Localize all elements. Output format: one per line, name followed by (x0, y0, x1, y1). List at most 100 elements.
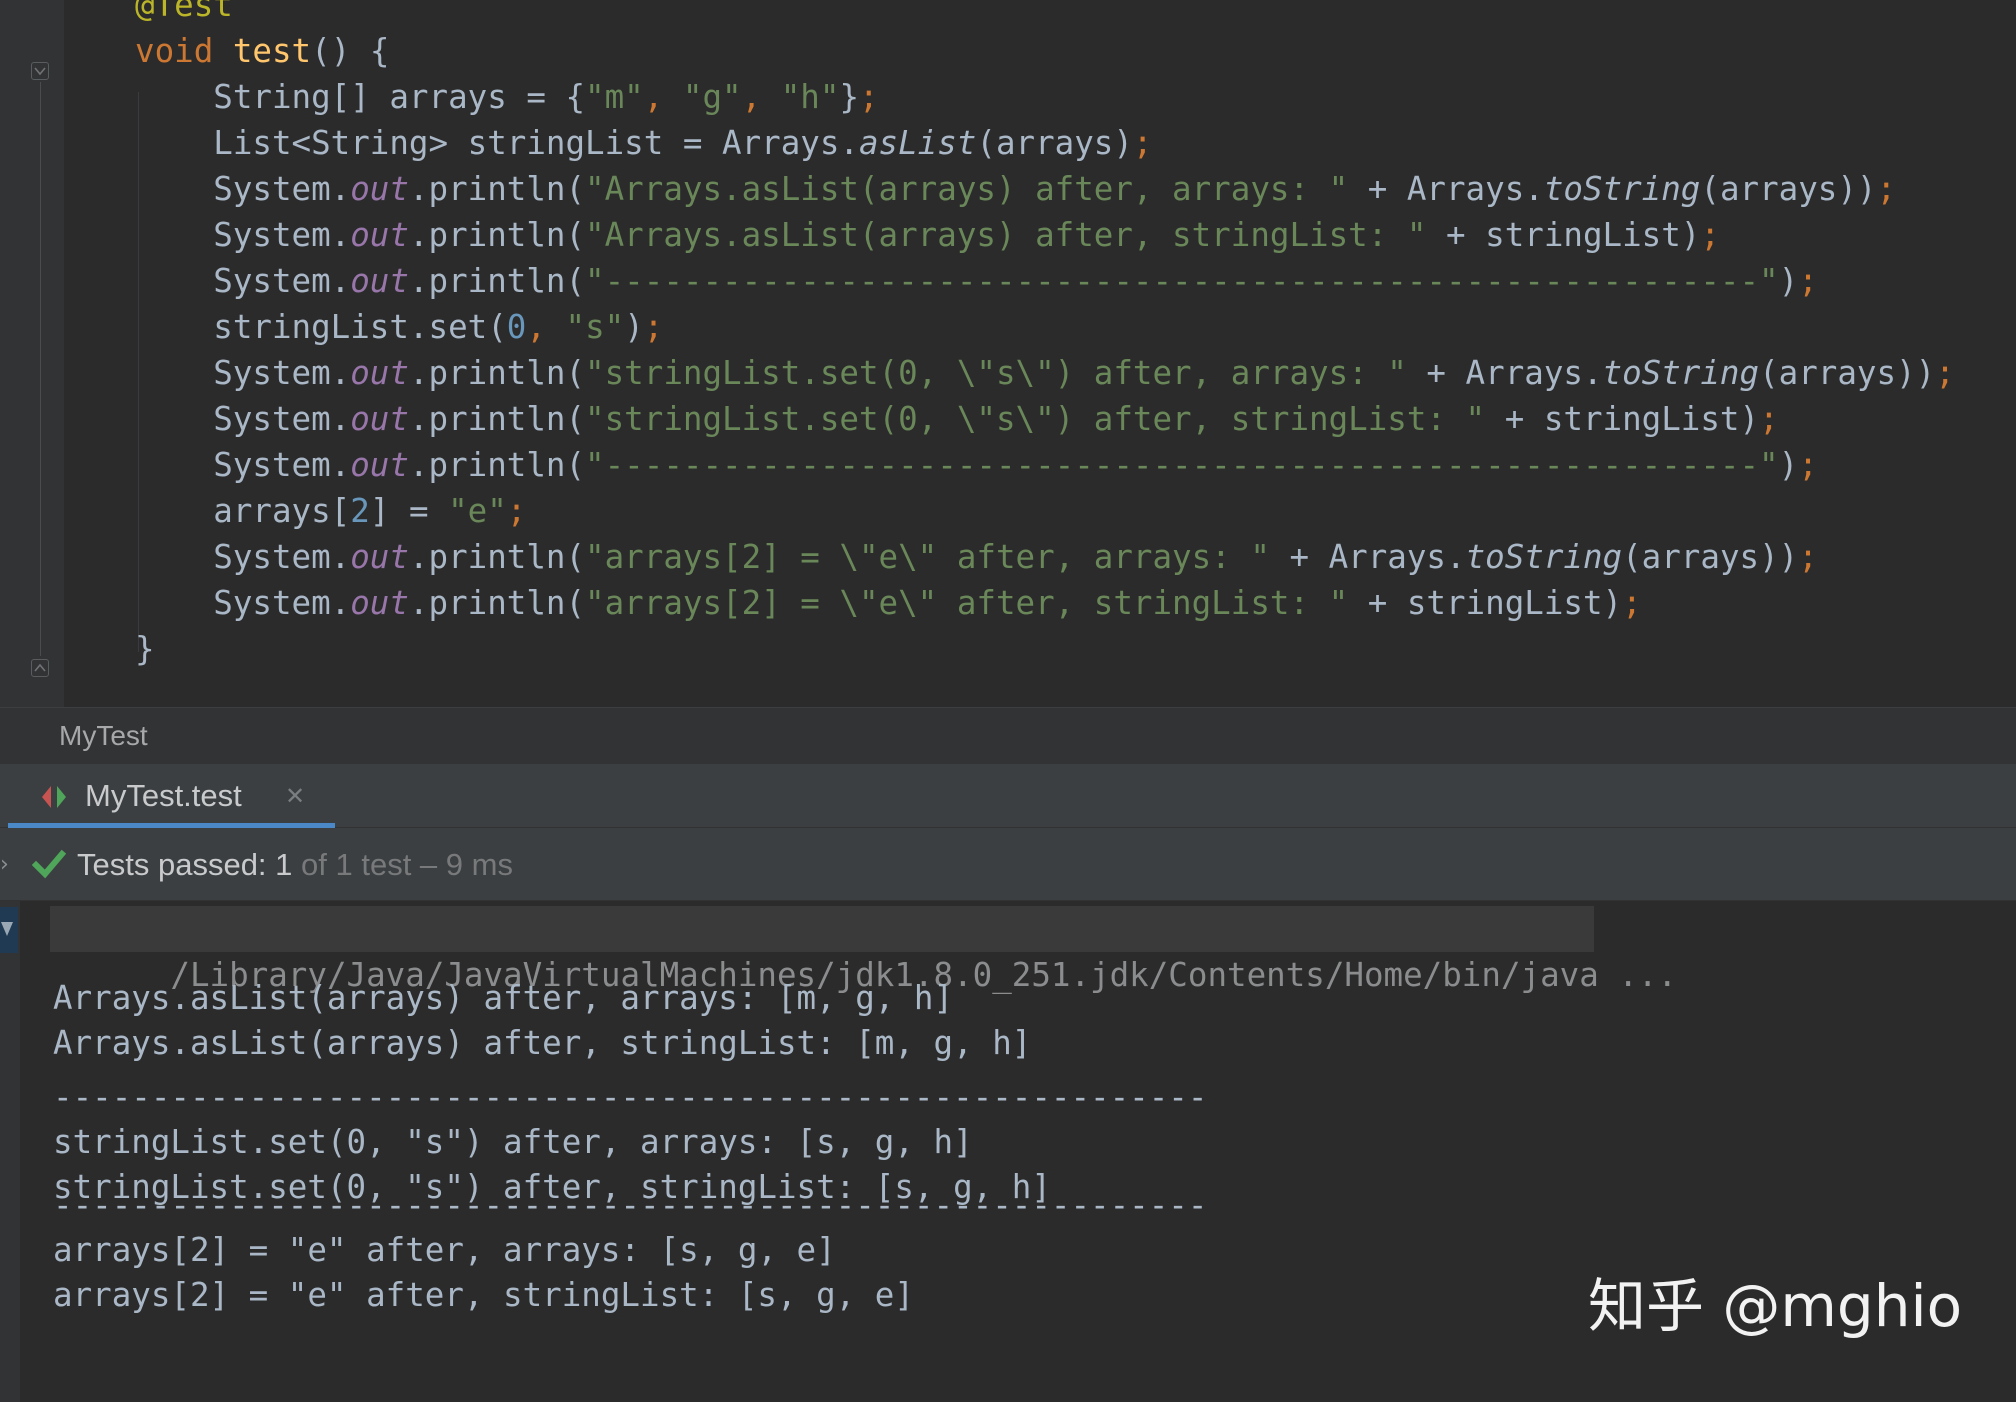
code-token: "Arrays.asList(arrays) after, arrays: " (585, 170, 1349, 208)
code-token: ] = (369, 492, 449, 530)
code-token: asList (858, 124, 977, 162)
code-line: System.out.println("--------------------… (135, 442, 1818, 488)
code-line: stringList.set(0, "s"); (135, 304, 663, 350)
console-line: arrays[2] = "e" after, stringList: [s, g… (53, 1276, 914, 1314)
fold-close-icon[interactable] (31, 659, 49, 677)
code-token: , (741, 78, 781, 116)
code-token: + stringList) (1348, 584, 1623, 622)
code-token: () { (311, 32, 390, 70)
code-token: @Test (135, 0, 233, 24)
code-token: .println( (408, 354, 586, 392)
code-token: List<String> stringList = Arrays. (135, 124, 859, 162)
code-token: toString (1543, 170, 1701, 208)
code-token: "m" (585, 78, 644, 116)
console-line: ----------------------------------------… (53, 1186, 1208, 1224)
code-token: "stringList.set(0, \"s\") after, stringL… (585, 400, 1486, 438)
fold-open-icon[interactable] (31, 62, 49, 80)
code-line: } (135, 626, 155, 672)
code-token: System. (135, 446, 351, 484)
code-token: "Arrays.asList(arrays) after, stringList… (585, 216, 1427, 254)
code-token: ; (859, 78, 879, 116)
breadcrumb-class-name[interactable]: MyTest (59, 708, 148, 764)
code-line: System.out.println("Arrays.asList(arrays… (135, 166, 1896, 212)
code-token: void (135, 32, 214, 70)
test-run-icon (40, 784, 70, 810)
code-line: System.out.println("Arrays.asList(arrays… (135, 212, 1720, 258)
code-token: out (350, 400, 409, 438)
code-line: String[] arrays = {"m", "g", "h"}; (135, 74, 879, 120)
code-token: 2 (350, 492, 370, 530)
tab-mytest-test[interactable]: MyTest.test ✕ (8, 764, 335, 828)
ide-window: @Test void test() { String[] arrays = {"m… (0, 0, 2016, 1402)
tab-label: MyTest.test (85, 778, 242, 813)
code-token: ; (1935, 354, 1955, 392)
code-token: System. (135, 584, 351, 622)
code-token: ; (506, 492, 527, 530)
tests-summary-label: of 1 test – 9 ms (292, 847, 513, 882)
code-token: "arrays[2] = \"e\" after, stringList: " (585, 584, 1349, 622)
code-line: System.out.println("--------------------… (135, 258, 1818, 304)
code-line: List<String> stringList = Arrays.asList(… (135, 120, 1153, 166)
code-editor[interactable]: @Test void test() { String[] arrays = {"m… (0, 0, 2016, 707)
code-line: arrays[2] = "e"; (135, 488, 526, 534)
code-token: .println( (408, 216, 586, 254)
code-token: out (350, 216, 409, 254)
code-token: .println( (408, 400, 586, 438)
console-line: ----------------------------------------… (53, 1078, 1208, 1116)
code-token: ; (1700, 216, 1720, 254)
editor-gutter (0, 0, 64, 707)
code-token: test (232, 32, 312, 70)
code-line: @Test (135, 0, 233, 28)
code-token: .println( (408, 262, 586, 300)
close-icon[interactable]: ✕ (285, 764, 305, 828)
code-token: System. (135, 262, 351, 300)
code-token: (arrays)) (1759, 354, 1936, 392)
code-line: void test() { (135, 28, 389, 74)
console-collapse-icon[interactable] (0, 907, 18, 953)
code-token: out (350, 584, 409, 622)
code-token: .println( (408, 584, 586, 622)
code-token: "g" (682, 78, 742, 116)
code-token: (arrays) (976, 124, 1133, 162)
run-tool-window-tabs: MyTest.test ✕ (0, 764, 2016, 828)
code-token: "arrays[2] = \"e\" after, arrays: " (585, 538, 1270, 576)
console-line: Arrays.asList(arrays) after, arrays: [m,… (53, 979, 954, 1017)
code-line: System.out.println("stringList.set(0, \"… (135, 350, 1955, 396)
code-token: 0 (506, 308, 527, 346)
tests-passed-label: Tests passed: 1 (77, 847, 293, 882)
code-token: out (350, 538, 409, 576)
fold-range-line (40, 82, 41, 656)
code-token: ; (643, 308, 664, 346)
code-token: out (350, 446, 409, 484)
code-token: .println( (408, 170, 586, 208)
code-token: ; (1798, 262, 1818, 300)
code-token: + Arrays. (1348, 170, 1544, 208)
code-token: ; (1876, 170, 1897, 208)
code-token: out (350, 170, 409, 208)
code-token: arrays[ (135, 492, 351, 530)
console-command-line: /Library/Java/JavaVirtualMachines/jdk1.8… (53, 906, 1677, 994)
code-token: .println( (408, 446, 586, 484)
code-token: "stringList.set(0, \"s\") after, arrays:… (585, 354, 1407, 392)
code-token: ; (1759, 400, 1779, 438)
code-token: "s" (565, 308, 625, 346)
code-token: "e" (448, 492, 507, 530)
code-token: System. (135, 216, 351, 254)
code-token: + stringList) (1426, 216, 1701, 254)
console-gutter (0, 901, 20, 1402)
code-token: ; (1132, 124, 1153, 162)
test-status-text: Tests passed: 1 of 1 test – 9 ms (77, 828, 513, 901)
watermark: 知乎 @mghio (1588, 1272, 1963, 1340)
test-status-bar: › Tests passed: 1 of 1 test – 9 ms (0, 828, 2016, 901)
code-token: ) (624, 308, 644, 346)
expand-toggle-icon[interactable]: › (0, 828, 9, 901)
code-token: out (350, 262, 409, 300)
console-line: arrays[2] = "e" after, arrays: [s, g, e] (53, 1231, 836, 1269)
code-line: System.out.println("arrays[2] = \"e\" af… (135, 534, 1818, 580)
code-token: + Arrays. (1269, 538, 1466, 576)
code-token: } (839, 78, 860, 116)
code-token: "---------------------------------------… (585, 446, 1779, 484)
code-token: ; (1798, 538, 1818, 576)
code-token: System. (135, 354, 351, 392)
